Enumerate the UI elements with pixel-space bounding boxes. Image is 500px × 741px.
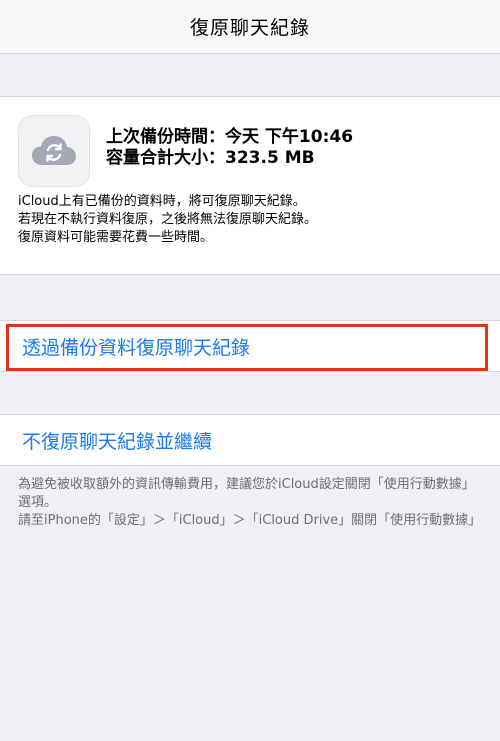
backup-total-size: 容量合計大小：323.5 MB xyxy=(106,148,315,168)
icloud-sync-icon xyxy=(18,115,90,187)
description-line: iCloud上有已備份的資料時，將可復原聊天紀錄。 xyxy=(18,194,306,209)
skip-restore-button[interactable]: 不復原聊天紀錄並繼續 xyxy=(0,414,500,466)
backup-details: 上次備份時間：今天 下午10:46 容量合計大小：323.5 MB xyxy=(106,127,353,169)
highlight-frame xyxy=(6,324,488,371)
footer-note: 為避免被收取額外的資訊傳輸費用，建議您於iCloud設定關閉「使用行動數據」選項… xyxy=(0,466,500,530)
footer-line: 為避免被收取額外的資訊傳輸費用，建議您於iCloud設定關閉「使用行動數據」選項… xyxy=(18,477,475,510)
description-line: 若現在不執行資料復原，之後將無法復原聊天紀錄。 xyxy=(18,212,318,227)
backup-description: iCloud上有已備份的資料時，將可復原聊天紀錄。 若現在不執行資料復原，之後將… xyxy=(18,193,317,247)
skip-restore-label: 不復原聊天紀錄並繼續 xyxy=(22,430,213,453)
last-backup-time: 上次備份時間：今天 下午10:46 xyxy=(106,127,354,147)
navigation-bar: 復原聊天紀錄 xyxy=(0,0,500,54)
restore-from-backup-button[interactable]: 透過備份資料復原聊天紀錄 xyxy=(0,320,500,372)
page-title: 復原聊天紀錄 xyxy=(189,17,310,39)
backup-info-card: 上次備份時間：今天 下午10:46 容量合計大小：323.5 MB iCloud… xyxy=(0,96,500,275)
description-line: 復原資料可能需要花費一些時間。 xyxy=(18,230,214,245)
footer-line: 請至iPhone的「設定」＞「iCloud」＞「iCloud Drive」關閉「… xyxy=(18,513,482,528)
